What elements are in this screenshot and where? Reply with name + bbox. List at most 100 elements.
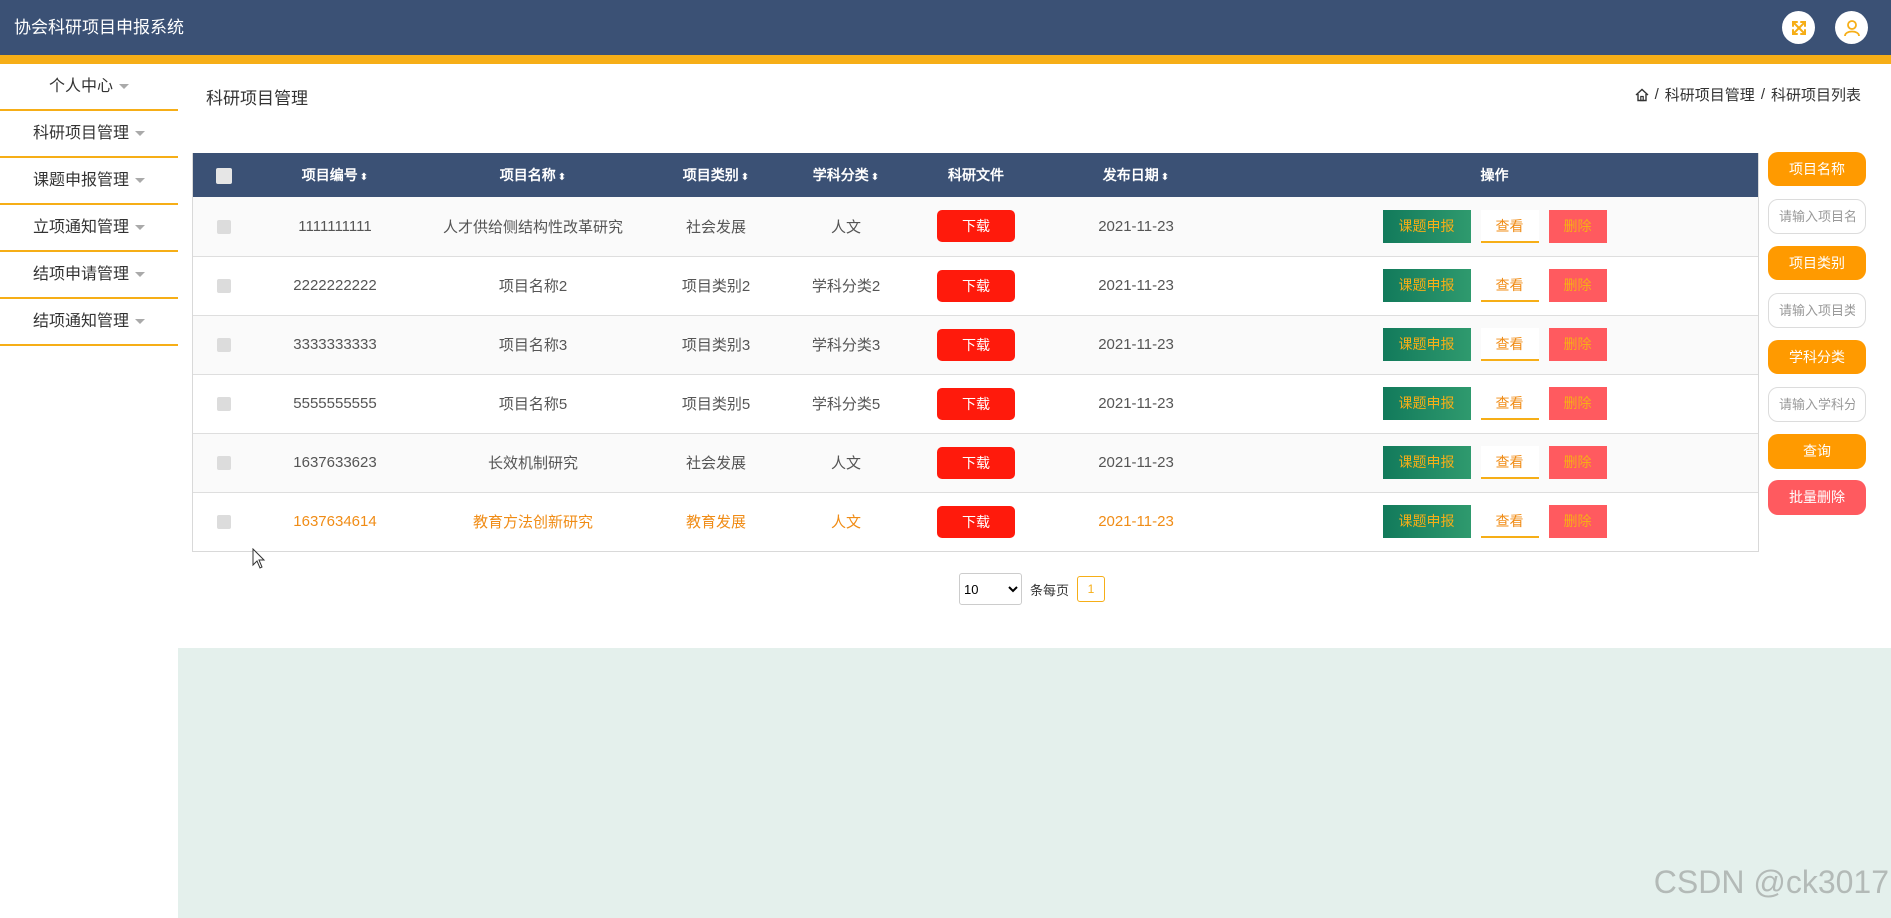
select-all-cell [193,153,255,197]
column-header-date[interactable]: 发布日期 ⬍ [1041,153,1231,197]
cell-category: 社会发展 [685,455,746,472]
query-button[interactable]: 查询 [1768,434,1866,469]
sort-icon: ⬍ [359,172,369,183]
apply-topic-button[interactable]: 课题申报 [1382,269,1471,302]
apply-topic-button[interactable]: 课题申报 [1382,328,1471,361]
download-button[interactable]: 下载 [937,328,1015,361]
cell-category: 项目类别5 [681,396,751,413]
batch-delete-button[interactable]: 批量删除 [1768,480,1866,515]
projects-table: 项目编号 ⬍ 项目名称 ⬍ 项目类别 ⬍ 学科分类 ⬍ 科研文件 发布日期 ⬍ 操作 11… [192,153,1759,552]
home-icon[interactable] [1635,88,1649,102]
cell-subject: 学科分类5 [811,396,881,413]
sidebar-item-approval-notices[interactable]: 立项通知管理 [0,205,178,252]
sidebar-item-personal-center[interactable]: 个人中心 [0,64,178,111]
view-button[interactable]: 查看 [1480,209,1539,243]
project-category-label: 项目类别 [1768,246,1866,280]
top-bar: 协会科研项目申报系统 [0,0,1891,55]
cell-project-name: 项目名称5 [498,396,568,413]
row-checkbox[interactable] [217,515,231,530]
select-all-checkbox[interactable] [216,167,232,184]
sort-icon: ⬍ [1160,172,1170,183]
user-icon [1843,19,1860,36]
row-checkbox[interactable] [217,219,231,234]
apply-topic-button[interactable]: 课题申报 [1382,387,1471,420]
view-button[interactable]: 查看 [1480,446,1539,479]
row-checkbox[interactable] [217,279,231,294]
footer-area [178,648,1891,918]
row-checkbox[interactable] [217,456,231,471]
breadcrumb-item[interactable]: 科研项目管理 [1665,84,1755,105]
sidebar-item-label: 个人中心 [48,78,113,95]
cell-date: 2021-11-23 [1098,336,1174,353]
table-header-row: 项目编号 ⬍ 项目名称 ⬍ 项目类别 ⬍ 学科分类 ⬍ 科研文件 发布日期 ⬍ 操作 [193,153,1758,197]
apply-topic-button[interactable]: 课题申报 [1382,505,1471,539]
fullscreen-button[interactable] [1782,11,1815,44]
caret-down-icon [135,225,145,231]
subject-label: 学科分类 [1768,340,1866,374]
cell-date: 2021-11-23 [1098,217,1174,235]
cell-subject: 人文 [830,514,861,532]
table-row: 1637634614 教育方法创新研究 教育发展 人文 下载 2021-11-2… [193,492,1758,551]
view-button[interactable]: 查看 [1480,328,1539,361]
cell-project-id: 3333333333 [293,336,377,353]
row-checkbox[interactable] [217,397,231,412]
download-button[interactable]: 下载 [937,505,1015,538]
caret-down-icon [135,319,145,325]
view-button[interactable]: 查看 [1480,269,1539,302]
download-button[interactable]: 下载 [937,269,1015,302]
page-number-button[interactable]: 1 [1077,576,1106,602]
sidebar-item-label: 立项通知管理 [32,219,129,236]
cell-project-name: 长效机制研究 [487,455,578,472]
cell-subject: 学科分类3 [811,337,881,354]
project-name-input[interactable] [1768,199,1866,234]
column-header-category[interactable]: 项目类别 ⬍ [651,153,781,197]
header-accent-strip [0,55,1891,64]
sidebar-item-topic-applications[interactable]: 课题申报管理 [0,158,178,205]
sidebar-item-research-projects[interactable]: 科研项目管理 [0,111,178,158]
cell-category: 项目类别2 [681,278,751,295]
delete-button[interactable]: 删除 [1548,269,1607,302]
cell-project-id: 1637633623 [293,454,377,471]
delete-button[interactable]: 删除 [1548,387,1607,420]
page-size-select[interactable]: 10 [959,573,1022,605]
caret-down-icon [135,178,145,184]
user-button[interactable] [1835,11,1868,44]
apply-topic-button[interactable]: 课题申报 [1382,446,1471,479]
view-button[interactable]: 查看 [1480,505,1539,539]
cell-category: 教育发展 [685,514,746,532]
caret-down-icon [135,272,145,278]
breadcrumb-separator: / [1654,86,1659,103]
table-row: 2222222222 项目名称2 项目类别2 学科分类2 下载 2021-11-… [193,256,1758,315]
row-checkbox[interactable] [217,338,231,353]
column-header-name[interactable]: 项目名称 ⬍ [415,153,651,197]
cell-date: 2021-11-23 [1098,513,1174,531]
cell-subject: 人文 [830,455,861,472]
table-row: 5555555555 项目名称5 项目类别5 学科分类5 下载 2021-11-… [193,374,1758,433]
download-button[interactable]: 下载 [937,210,1015,243]
delete-button[interactable]: 删除 [1548,209,1607,243]
column-header-subject[interactable]: 学科分类 ⬍ [781,153,911,197]
delete-button[interactable]: 删除 [1548,446,1607,479]
subject-input[interactable] [1768,387,1866,422]
breadcrumb-item: 科研项目列表 [1770,87,1861,104]
cell-date: 2021-11-23 [1098,277,1174,294]
apply-topic-button[interactable]: 课题申报 [1382,209,1471,243]
delete-button[interactable]: 删除 [1548,328,1607,361]
delete-button[interactable]: 删除 [1548,505,1607,539]
download-button[interactable]: 下载 [937,446,1015,479]
project-category-input[interactable] [1768,293,1866,328]
cell-project-id: 5555555555 [293,395,377,412]
watermark: CSDN @ck3017 [1653,864,1889,900]
cell-category: 社会发展 [685,218,746,236]
sidebar-item-completion-notices[interactable]: 结项通知管理 [0,299,178,346]
sidebar-item-label: 课题申报管理 [32,172,129,189]
pagination: 10 条每页 1 [959,573,1106,605]
download-button[interactable]: 下载 [937,387,1015,420]
view-button[interactable]: 查看 [1480,387,1539,420]
column-header-id[interactable]: 项目编号 ⬍ [255,153,415,197]
cell-project-name: 项目名称2 [498,278,568,295]
cell-project-id: 1637634614 [293,513,377,531]
sidebar-item-label: 结项通知管理 [32,313,129,330]
sidebar-item-completion-applications[interactable]: 结项申请管理 [0,252,178,299]
cell-subject: 学科分类2 [811,278,881,295]
